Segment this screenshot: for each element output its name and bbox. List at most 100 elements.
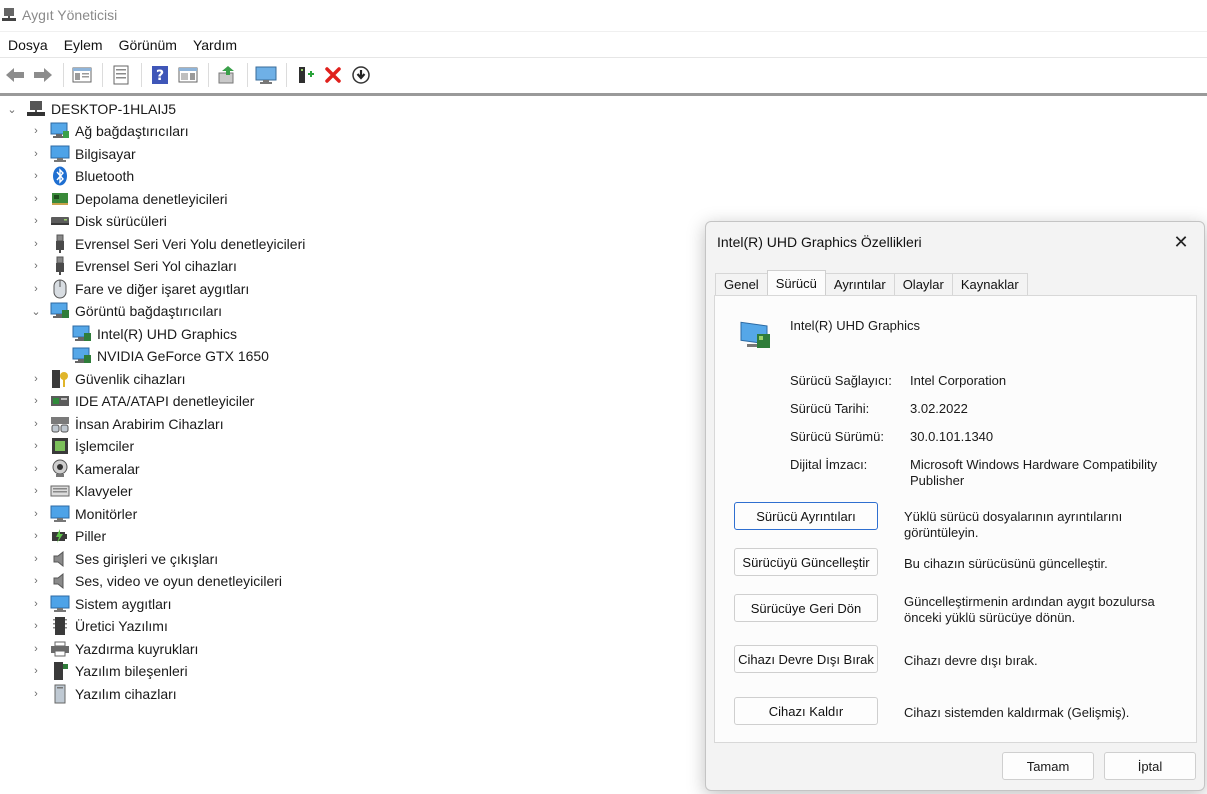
computer-icon [50,145,70,163]
chevron-right-icon[interactable]: › [30,125,42,137]
chevron-right-icon[interactable]: › [30,688,42,700]
back-icon[interactable] [2,62,28,88]
tree-item-bilgisayar[interactable]: › Bilgisayar [30,143,136,165]
menu-gorunum[interactable]: Görünüm [111,32,185,58]
tab-genel[interactable]: Genel [715,273,768,295]
tree-item-nvidia-gtx1650[interactable]: NVIDIA GeForce GTX 1650 [72,345,269,367]
prop-value-provider: Intel Corporation [910,373,1007,388]
menu-yardim[interactable]: Yardım [185,32,245,58]
chevron-right-icon[interactable]: › [30,553,42,565]
chevron-right-icon[interactable]: › [30,530,42,542]
storage-controller-icon [50,190,70,208]
tree-item-guvenlik[interactable]: › Güvenlik cihazları [30,368,186,390]
monitor-icon [50,505,70,523]
device-manager-window: Aygıt Yöneticisi Dosya Eylem Görünüm Yar… [0,0,1207,794]
tree-item-yazilim-bilesenleri[interactable]: › Yazılım bileşenleri [30,660,188,682]
disable-device-icon[interactable] [348,62,374,88]
chevron-right-icon[interactable]: › [30,665,42,677]
help-icon[interactable]: ? [147,62,173,88]
tree-item-goruntu-bagdastiricilari[interactable]: ⌄ Görüntü bağdaştırıcıları [30,300,222,322]
console-tree-icon[interactable] [175,62,201,88]
tree-item-depolama[interactable]: › Depolama denetleyicileri [30,188,227,210]
tab-ayrintilar[interactable]: Ayrıntılar [824,273,895,295]
menu-dosya[interactable]: Dosya [0,32,56,58]
chevron-right-icon[interactable]: › [30,260,42,272]
tree-item-insan-arabirim[interactable]: › İnsan Arabirim Cihazları [30,413,224,435]
chevron-right-icon[interactable]: › [30,508,42,520]
cancel-button[interactable]: İptal [1104,752,1196,780]
add-device-icon[interactable] [292,62,318,88]
update-driver-button[interactable]: Sürücüyü Güncelleştir [734,548,878,576]
uninstall-icon[interactable] [320,62,346,88]
tree-item-klavyeler[interactable]: › Klavyeler [30,480,132,502]
tree-item-ses-video-oyun[interactable]: › Ses, video ve oyun denetleyicileri [30,570,282,592]
disable-device-button[interactable]: Cihazı Devre Dışı Bırak [734,645,878,673]
tree-item-ses-giris-cikis[interactable]: › Ses girişleri ve çıkışları [30,548,218,570]
driver-details-button[interactable]: Sürücü Ayrıntıları [734,502,878,530]
chevron-right-icon[interactable]: › [30,643,42,655]
toolbar-separator [141,62,142,87]
tree-item-uretici-yazilimi[interactable]: › Üretici Yazılımı [30,615,168,637]
display-adapter-icon [72,347,92,365]
chevron-right-icon[interactable]: › [30,440,42,452]
chevron-right-icon[interactable]: › [30,283,42,295]
tree-item-piller[interactable]: › Piller [30,525,106,547]
properties-view-icon[interactable] [69,62,95,88]
window-title: Aygıt Yöneticisi [22,7,118,23]
tree-item-monitorler[interactable]: › Monitörler [30,503,137,525]
speaker-icon [50,572,70,590]
disk-drive-icon [50,212,70,230]
tree-item-islemciler[interactable]: › İşlemciler [30,435,134,457]
bluetooth-icon [50,166,70,186]
software-device-icon [50,684,70,704]
chevron-right-icon[interactable]: › [30,463,42,475]
tree-item-ide-ata[interactable]: › IDE ATA/ATAPI denetleyiciler [30,390,254,412]
tree-item-kameralar[interactable]: › Kameralar [30,458,140,480]
tree-item-yazilim-cihazlari[interactable]: › Yazılım cihazları [30,683,177,705]
monitor-scan-icon[interactable] [253,62,279,88]
update-driver-icon[interactable] [214,62,240,88]
tree-item-disk[interactable]: › Disk sürücüleri [30,210,167,232]
tab-kaynaklar[interactable]: Kaynaklar [951,273,1028,295]
uninstall-device-desc: Cihazı sistemden kaldırmak (Gelişmiş). [904,705,1130,720]
ok-button[interactable]: Tamam [1002,752,1094,780]
chevron-right-icon[interactable]: › [30,193,42,205]
chevron-right-icon[interactable]: › [30,620,42,632]
chevron-down-icon[interactable]: ⌄ [6,103,18,116]
tab-olaylar[interactable]: Olaylar [893,273,953,295]
tree-item-yazdirma-kuyruklari[interactable]: › Yazdırma kuyrukları [30,638,198,660]
tree-root[interactable]: ⌄ DESKTOP-1HLAIJ5 [6,98,176,120]
tree-item-usb-denetleyiciler[interactable]: › Evrensel Seri Veri Yolu denetleyiciler… [30,233,305,255]
chevron-right-icon[interactable]: › [30,238,42,250]
svg-text:?: ? [156,68,164,84]
menu-eylem[interactable]: Eylem [56,32,111,58]
close-icon[interactable]: ✕ [1164,228,1198,256]
properties-dialog: Intel(R) UHD Graphics Özellikleri ✕ Gene… [705,221,1205,791]
uninstall-device-button[interactable]: Cihazı Kaldır [734,697,878,725]
chevron-right-icon[interactable]: › [30,485,42,497]
tab-surucu[interactable]: Sürücü [766,270,826,295]
chevron-down-icon[interactable]: ⌄ [30,305,42,318]
tree-item-sistem-aygitlari[interactable]: › Sistem aygıtları [30,593,171,615]
tree-item-usb-cihazlari[interactable]: › Evrensel Seri Yol cihazları [30,255,237,277]
toolbar-separator [208,62,209,87]
tree-item-ag-bagdastiricilari[interactable]: › Ağ bağdaştırıcıları [30,120,189,142]
chevron-right-icon[interactable]: › [30,170,42,182]
chevron-right-icon[interactable]: › [30,418,42,430]
chevron-right-icon[interactable]: › [30,215,42,227]
dialog-tabs: Genel Sürücü Ayrıntılar Olaylar Kaynakla… [715,270,1028,295]
chevron-right-icon[interactable]: › [30,575,42,587]
chevron-right-icon[interactable]: › [30,148,42,160]
chevron-right-icon[interactable]: › [30,395,42,407]
document-icon[interactable] [108,62,134,88]
tree-item-bluetooth[interactable]: › Bluetooth [30,165,134,187]
roll-back-driver-button[interactable]: Sürücüye Geri Dön [734,594,878,622]
system-devices-icon [50,595,70,613]
tree-item-intel-uhd[interactable]: Intel(R) UHD Graphics [72,323,237,345]
forward-icon[interactable] [30,62,56,88]
chevron-right-icon[interactable]: › [30,598,42,610]
tree-item-fare[interactable]: › Fare ve diğer işaret aygıtları [30,278,249,300]
chevron-right-icon[interactable]: › [30,373,42,385]
prop-label-version: Sürücü Sürümü: [790,429,884,444]
battery-icon [50,527,70,545]
